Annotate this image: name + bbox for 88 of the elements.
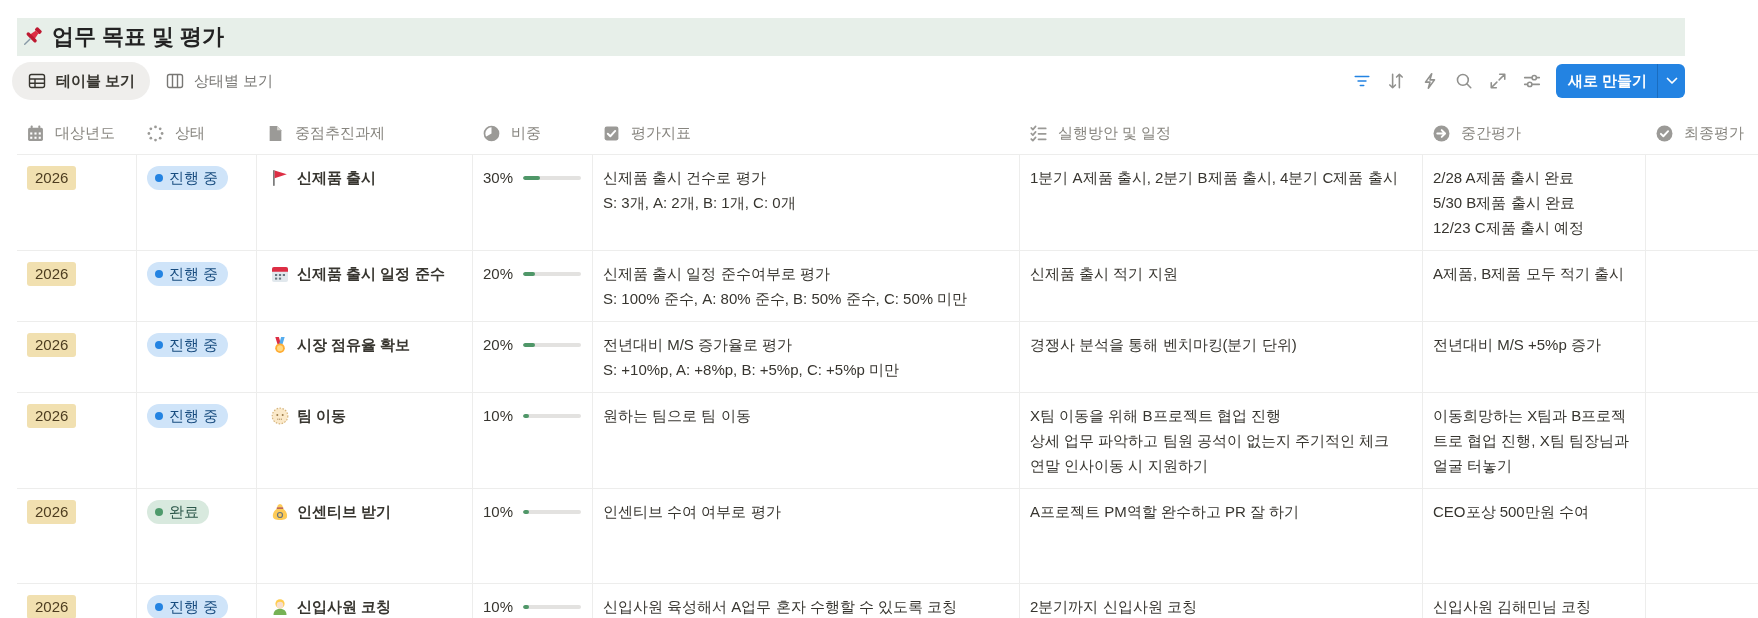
cell-text: 인센티브 수여 여부로 평가 [603, 502, 781, 522]
weight-percent: 10% [483, 502, 514, 522]
task-title[interactable]: 신제품 출시 [297, 165, 377, 190]
arrow-circle-icon [1433, 124, 1450, 142]
cell-text: 신제품 출시 건수로 평가 [603, 168, 766, 188]
cell-text: CEO포상 500만원 수여 [1433, 502, 1589, 522]
status-tag[interactable]: 진행 중 [147, 332, 229, 357]
column-header[interactable]: 비중 [511, 123, 541, 143]
cell-text: 신입사원 김해민님 코칭 [1433, 597, 1592, 617]
task-title[interactable]: 신제품 출시 일정 준수 [297, 261, 445, 286]
cell-text: 12/23 C제품 출시 예정 [1433, 218, 1584, 238]
new-button[interactable]: 새로 만들기 [1555, 64, 1657, 98]
year-tag: 2026 [27, 332, 77, 357]
chevron-down-icon [1665, 77, 1678, 85]
cell-text: 신제품 출시 일정 준수여부로 평가 [603, 264, 830, 284]
cell-text: S: +10%p, A: +8%p, B: +5%p, C: +5%p 미만 [603, 360, 899, 380]
cell-text: A제품, B제품 모두 적기 출시 [1433, 264, 1624, 284]
check-circle-icon [1656, 124, 1673, 142]
cell-text: 전년대비 M/S 증가율로 평가 [603, 335, 793, 355]
flag-icon [271, 168, 289, 187]
sliders-icon[interactable] [1522, 72, 1541, 90]
status-tag[interactable]: 진행 중 [147, 165, 229, 190]
year-tag: 2026 [27, 499, 77, 524]
cell-text: 신제품 출시 적기 지원 [1030, 264, 1178, 284]
status-label: 진행 중 [169, 168, 219, 188]
checkbox-icon [603, 124, 620, 142]
table-icon [28, 72, 46, 90]
half-circle-icon [483, 124, 500, 142]
sort-icon[interactable] [1386, 72, 1405, 90]
year-tag: 2026 [27, 403, 77, 428]
cell-text: 연말 인사이동 시 지원하기 [1030, 456, 1208, 476]
column-header[interactable]: 중점추진과제 [295, 123, 385, 143]
spinner-icon [147, 124, 164, 142]
status-label: 진행 중 [169, 335, 219, 355]
weight-percent: 10% [483, 406, 514, 426]
page-title: 업무 목표 및 평가 [52, 23, 225, 51]
calendar-icon [271, 264, 289, 283]
weight-percent: 20% [483, 264, 514, 284]
cell-text: 경쟁사 분석을 통해 벤치마킹(분기 단위) [1030, 335, 1297, 355]
face-icon [271, 406, 289, 425]
columns-icon [166, 72, 185, 90]
cell-text: X팀 이동을 위해 B프로젝트 협업 진행 [1030, 406, 1281, 426]
cell-text: 2분기까지 신입사원 코칭 [1030, 597, 1197, 617]
column-header[interactable]: 평가지표 [631, 123, 691, 143]
calendar-icon [27, 124, 44, 142]
dropdown-button[interactable] [1657, 64, 1685, 98]
column-header[interactable]: 실행방안 및 일정 [1058, 123, 1172, 143]
year-tag: 2026 [27, 165, 77, 190]
document-icon [267, 124, 284, 142]
weight-percent: 20% [483, 335, 514, 355]
status-label: 진행 중 [169, 406, 219, 426]
person-icon [271, 597, 289, 616]
column-header[interactable]: 상태 [175, 123, 205, 143]
cell-text: 원하는 팀으로 팀 이동 [603, 406, 751, 426]
checklist-icon [1030, 124, 1047, 142]
cell-text: 상세 업무 파악하고 팀원 공석이 없는지 주기적인 체크 [1030, 431, 1390, 451]
cell-text: A프로젝트 PM역할 완수하고 PR 잘 하기 [1030, 502, 1300, 522]
view-tab[interactable]: 테이블 보기 [12, 62, 151, 100]
cell-text: 2/28 A제품 출시 완료 [1433, 168, 1574, 188]
cell-text: 1분기 A제품 출시, 2분기 B제품 출시, 4분기 C제품 출시 [1030, 168, 1398, 188]
view-tab[interactable]: 상태별 보기 [150, 62, 289, 100]
cell-text: S: 3개, A: 2개, B: 1개, C: 0개 [603, 193, 796, 213]
cell-text: 전년대비 M/S +5%p 증가 [1433, 335, 1601, 355]
cell-text: 이동희망하는 X팀과 B프로젝트로 협업 진행, X팀 팀장님과 얼굴 터놓기 [1433, 406, 1630, 476]
cell-text: 신입사원 육성해서 A업무 혼자 수행할 수 있도록 코칭 [603, 597, 958, 617]
status-tag[interactable]: 완료 [147, 499, 209, 524]
status-label: 완료 [169, 502, 199, 522]
year-tag: 2026 [27, 261, 77, 286]
weight-percent: 30% [483, 168, 514, 188]
year-tag: 2026 [27, 594, 77, 618]
status-label: 진행 중 [169, 264, 219, 284]
status-tag[interactable]: 진행 중 [147, 403, 229, 428]
column-header[interactable]: 최종평가 [1684, 123, 1744, 143]
cell-text: 5/30 B제품 출시 완료 [1433, 193, 1575, 213]
task-title[interactable]: 팀 이동 [297, 403, 347, 428]
status-tag[interactable]: 진행 중 [147, 594, 229, 618]
search-icon[interactable] [1454, 72, 1473, 90]
task-title[interactable]: 시장 점유율 확보 [297, 332, 411, 357]
task-title[interactable]: 인센티브 받기 [297, 499, 392, 524]
expand-icon[interactable] [1488, 72, 1507, 90]
money-bag-icon [271, 502, 289, 521]
status-tag[interactable]: 진행 중 [147, 261, 229, 286]
column-header[interactable]: 중간평가 [1461, 123, 1521, 143]
weight-percent: 10% [483, 597, 514, 617]
column-header[interactable]: 대상년도 [55, 123, 115, 143]
task-title[interactable]: 신입사원 코칭 [297, 594, 392, 618]
status-label: 진행 중 [169, 597, 219, 617]
cell-text: S: 100% 준수, A: 80% 준수, B: 50% 준수, C: 50% 미만 [603, 289, 968, 309]
